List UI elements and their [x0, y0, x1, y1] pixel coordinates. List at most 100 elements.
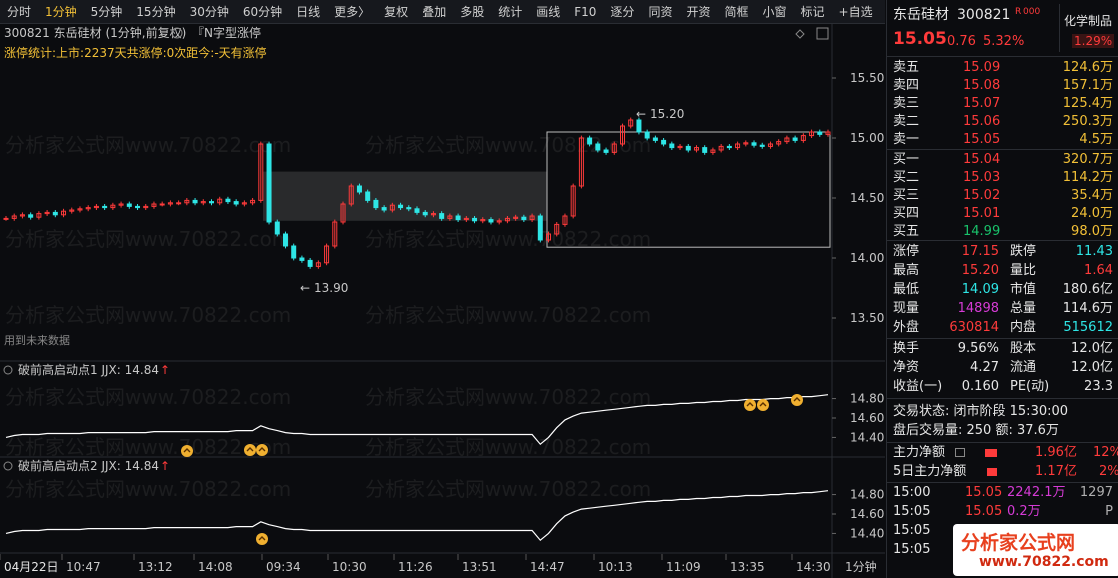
stat-label: 总量: [1010, 301, 1037, 316]
bid-price[interactable]: 15.02: [963, 186, 1000, 205]
ask-label: 卖五: [893, 60, 920, 75]
candle-body: [636, 119, 642, 133]
ask-price[interactable]: 15.09: [963, 58, 1000, 77]
main-net-label[interactable]: 主力净额: [893, 443, 945, 462]
y-tick-label: 14.50: [850, 191, 884, 205]
toolbar-item-19[interactable]: 标记: [794, 0, 832, 24]
main-net5-label[interactable]: 5日主力净额: [893, 462, 966, 481]
candle-body: [356, 185, 362, 193]
subchart-toggle-icon[interactable]: [3, 461, 13, 471]
candle-body: [726, 145, 732, 149]
stat-value: 15.20: [961, 263, 999, 278]
candle-body: [176, 202, 182, 205]
chart-area[interactable]: 300821 东岳硅材 (1分钟,前复权) 『N字型涨停涨停统计:上市:2237天…: [0, 24, 885, 578]
y-tick-label: 15.50: [850, 71, 884, 85]
subchart-toggle-icon[interactable]: [3, 365, 13, 375]
tick-price: 15.05: [965, 485, 1003, 500]
toolbar-item-4[interactable]: 30分钟: [183, 0, 236, 24]
candle-body: [126, 203, 132, 207]
candle-body: [603, 149, 609, 153]
toolbar-item-1[interactable]: 1分钟: [38, 0, 84, 24]
low-arrow: ←: [300, 281, 310, 295]
toolbar-item-16[interactable]: 开资: [679, 0, 717, 24]
chart-header: 300821 东岳硅材 (1分钟,前复权): [4, 25, 186, 40]
candle-body: [398, 204, 404, 209]
toolbar-item-18[interactable]: 小窗: [755, 0, 793, 24]
bid-volume: 114.2万: [1062, 170, 1113, 185]
subchart-title: 破前高启动点2 JJX: 14.84: [18, 458, 159, 473]
bid-volume: 98.0万: [1071, 224, 1113, 239]
toolbar-item-5[interactable]: 60分钟: [236, 0, 289, 24]
signal-icon: [244, 444, 256, 456]
bid-label: 买三: [893, 188, 920, 203]
toolbar-item-6[interactable]: 日线: [289, 0, 327, 24]
diamond-icon[interactable]: [795, 29, 805, 39]
candle-body: [381, 207, 387, 211]
trade-state: 交易状态: 闭市阶段 15:30:00: [893, 404, 1069, 419]
bid-price[interactable]: 15.04: [963, 150, 1000, 169]
toolbar-item-14[interactable]: 逐分: [603, 0, 641, 24]
candle-body: [488, 219, 494, 223]
toolbar-item-20[interactable]: +自选: [832, 0, 880, 24]
fund-value: 0.160: [961, 379, 999, 394]
period-button[interactable]: 1分钟: [845, 559, 877, 574]
ask-price[interactable]: 15.05: [963, 130, 1000, 149]
ask-price[interactable]: 15.06: [963, 112, 1000, 131]
signal-icon: [181, 445, 193, 457]
bid-price[interactable]: 15.03: [963, 168, 1000, 187]
toolbar-item-15[interactable]: 同资: [641, 0, 679, 24]
ask-volume: 124.6万: [1062, 60, 1113, 75]
toolbar-item-9[interactable]: 叠加: [415, 0, 453, 24]
candle-body: [669, 143, 675, 149]
candle-body: [422, 211, 428, 216]
stat-value: 630814: [949, 320, 999, 335]
toolbar-item-7[interactable]: 更多〉: [327, 0, 377, 24]
maximize-icon[interactable]: [816, 27, 829, 40]
toolbar-item-12[interactable]: 画线: [529, 0, 567, 24]
tick-price: 15.05: [965, 504, 1003, 519]
x-axis-label: 09:34: [266, 560, 301, 574]
candle-body: [455, 215, 461, 221]
toolbar: 分时 1分钟 5分钟 15分钟 30分钟 60分钟 日线 更多〉 复权 叠加 多股 统计 画线 F10 逐分…: [0, 0, 911, 24]
bid-price[interactable]: 14.99: [963, 222, 1000, 241]
candle-body: [365, 191, 371, 201]
y-tick-label: 15.00: [850, 131, 884, 145]
stat-label: 涨停: [893, 244, 920, 259]
watermark: 分析家公式网www.70822.com: [365, 385, 651, 409]
tick-time: 15:05: [893, 504, 931, 519]
toolbar-item-13[interactable]: F10: [567, 0, 603, 24]
main-net5-bar: [987, 468, 997, 476]
toolbar-item-11[interactable]: 统计: [491, 0, 529, 24]
watermark: 分析家公式网www.70822.com: [365, 303, 651, 327]
bid-price[interactable]: 15.01: [963, 204, 1000, 223]
candle-body: [661, 139, 667, 145]
candle-body: [102, 205, 108, 209]
watermark: 分析家公式网www.70822.com: [5, 227, 291, 251]
fund-label: PE(动): [1010, 379, 1050, 394]
toolbar-item-17[interactable]: 简框: [717, 0, 755, 24]
toolbar-item-2[interactable]: 5分钟: [84, 0, 130, 24]
candle-body: [644, 131, 650, 139]
candle-body: [3, 217, 9, 220]
candle-body: [751, 142, 757, 146]
ask-price[interactable]: 15.07: [963, 94, 1000, 113]
tick-time: 15:05: [893, 523, 931, 538]
candle-body: [759, 144, 765, 147]
fund-label: 净资: [893, 360, 920, 375]
tick-extra: P: [1105, 504, 1113, 519]
bid-label: 买二: [893, 170, 920, 185]
tick-extra: 1297: [1079, 485, 1113, 500]
ask-price[interactable]: 15.08: [963, 76, 1000, 95]
candle-body: [28, 214, 34, 218]
stat-value: 1.64: [1084, 263, 1113, 278]
toolbar-item-3[interactable]: 15分钟: [129, 0, 182, 24]
candle-body: [135, 205, 141, 209]
list-icon[interactable]: [955, 448, 965, 457]
toolbar-item-10[interactable]: 多股: [453, 0, 491, 24]
toolbar-item-0[interactable]: 分时: [0, 0, 38, 24]
x-axis-label: 13:51: [462, 560, 497, 574]
ask-label: 卖二: [893, 114, 920, 129]
toolbar-item-8[interactable]: 复权: [377, 0, 415, 24]
y-tick-label: 14.40: [850, 526, 884, 540]
low-label: 13.90: [314, 281, 348, 295]
